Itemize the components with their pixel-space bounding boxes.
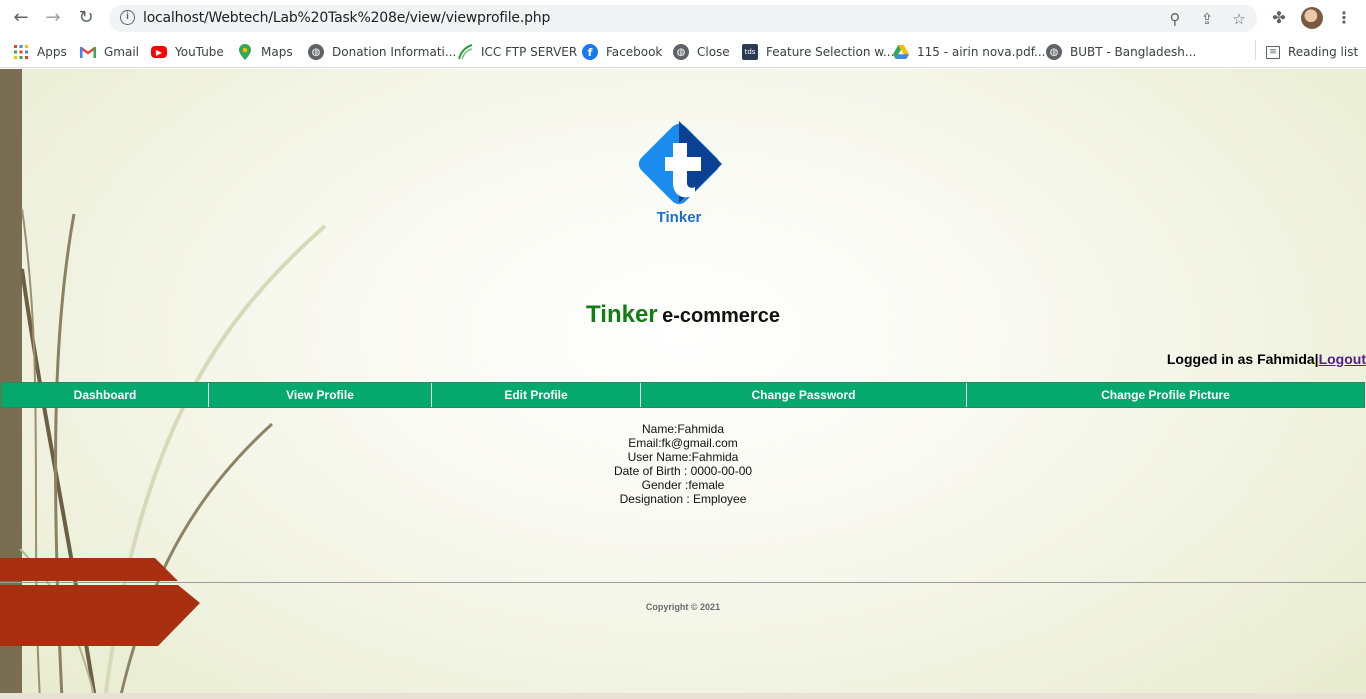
bookmark-label: Facebook xyxy=(606,45,663,59)
back-arrow-icon[interactable]: ← xyxy=(11,8,31,28)
logout-link[interactable]: Logout xyxy=(1319,351,1366,367)
tinker-logo: Tinker xyxy=(631,121,727,229)
bookmark-icc-ftp[interactable]: ICC FTP SERVER xyxy=(457,43,577,61)
forward-arrow-icon[interactable]: → xyxy=(43,8,63,28)
nav-edit-profile[interactable]: Edit Profile xyxy=(432,383,641,407)
reload-icon[interactable]: ↻ xyxy=(76,8,96,28)
nav-view-profile[interactable]: View Profile xyxy=(209,383,432,407)
globe-icon: ◍ xyxy=(1046,44,1062,60)
bookmark-label: YouTube xyxy=(175,45,224,59)
bookmark-label: BUBT - Bangladesh... xyxy=(1070,45,1197,59)
reading-list-icon: ≡ xyxy=(1266,45,1280,59)
profile-username: User Name:Fahmida xyxy=(627,450,739,464)
share-icon[interactable]: ⇪ xyxy=(1198,10,1216,28)
nav-change-profile-picture[interactable]: Change Profile Picture xyxy=(967,383,1364,407)
google-drive-icon xyxy=(893,44,909,60)
bookmark-maps[interactable]: Maps xyxy=(237,43,293,61)
reading-list-label: Reading list xyxy=(1288,45,1359,59)
copyright-text: Copyright © 2021 xyxy=(645,602,721,612)
profile-name: Name:Fahmida xyxy=(641,422,725,436)
bookmark-youtube[interactable]: ▶ YouTube xyxy=(151,43,224,61)
brand-name: Tinker xyxy=(586,301,658,328)
globe-icon: ◍ xyxy=(673,44,689,60)
bookmark-label: ICC FTP SERVER xyxy=(481,45,578,59)
bookmarks-bar: Apps Gmail ▶ YouTube Maps ◍ Donation Inf… xyxy=(0,36,1366,68)
bookmark-label: Apps xyxy=(37,45,67,59)
logo-text: Tinker xyxy=(657,209,702,226)
icc-leaf-icon xyxy=(457,44,473,60)
web-page: Tinker Tinker e-commerce Logged in as Fa… xyxy=(0,69,1366,699)
facebook-icon: f xyxy=(582,44,598,60)
site-info-icon[interactable]: i xyxy=(120,10,135,25)
main-nav: Dashboard View Profile Edit Profile Chan… xyxy=(1,382,1365,408)
logged-in-text: Logged in as Fahmida| xyxy=(1166,351,1319,367)
bookmark-close[interactable]: ◍ Close xyxy=(673,43,730,61)
bookmark-feature-selection[interactable]: tds Feature Selection w... xyxy=(742,43,894,61)
bookmark-label: Feature Selection w... xyxy=(766,45,895,59)
bookmark-label: Donation Informati... xyxy=(332,45,457,59)
gmail-icon xyxy=(80,44,96,60)
extensions-puzzle-icon[interactable]: ✤ xyxy=(1269,8,1289,28)
bookmark-facebook[interactable]: f Facebook xyxy=(582,43,662,61)
browser-toolbar: ← → ↻ i localhost/Webtech/Lab%20Task%208… xyxy=(0,0,1366,36)
bookmarks-separator xyxy=(1255,40,1256,60)
nav-dashboard[interactable]: Dashboard xyxy=(2,383,209,407)
address-bar[interactable]: i localhost/Webtech/Lab%20Task%208e/view… xyxy=(109,5,1257,32)
tds-icon: tds xyxy=(742,44,758,60)
menu-kebab-icon[interactable]: ⋮ xyxy=(1334,8,1354,28)
reading-list[interactable]: ≡ Reading list xyxy=(1266,43,1358,61)
zoom-icon[interactable]: ⚲ xyxy=(1166,10,1184,28)
bookmark-label: Maps xyxy=(261,45,293,59)
bookmark-label: Close xyxy=(697,45,730,59)
profile-designation: Designation : Employee xyxy=(619,492,747,506)
apps-grid-icon xyxy=(13,44,29,60)
footer-divider xyxy=(0,582,1366,583)
profile-avatar[interactable] xyxy=(1301,7,1323,29)
globe-icon: ◍ xyxy=(308,44,324,60)
bookmark-donation[interactable]: ◍ Donation Informati... xyxy=(308,43,456,61)
brand-tagline: e-commerce xyxy=(662,305,780,327)
bookmark-star-icon[interactable]: ☆ xyxy=(1230,10,1248,28)
profile-email: Email:fk@gmail.com xyxy=(628,436,738,450)
bookmark-bubt[interactable]: ◍ BUBT - Bangladesh... xyxy=(1046,43,1196,61)
profile-gender: Gender :female xyxy=(641,478,725,492)
profile-details: Name:Fahmida Email:fk@gmail.com User Nam… xyxy=(0,422,1366,506)
youtube-icon: ▶ xyxy=(151,46,167,58)
bookmark-label: 115 - airin nova.pdf... xyxy=(917,45,1046,59)
profile-dob: Date of Birth : 0000-00-00 xyxy=(613,464,753,478)
nav-change-password[interactable]: Change Password xyxy=(641,383,967,407)
bookmark-apps[interactable]: Apps xyxy=(13,43,67,61)
url-text[interactable]: localhost/Webtech/Lab%20Task%208e/view/v… xyxy=(143,10,550,26)
bookmark-drive-pdf[interactable]: 115 - airin nova.pdf... xyxy=(893,43,1045,61)
maps-pin-icon xyxy=(237,44,253,60)
bookmark-label: Gmail xyxy=(104,45,140,59)
bookmark-gmail[interactable]: Gmail xyxy=(80,43,139,61)
site-title: Tinker e-commerce xyxy=(0,301,1366,329)
bottom-strip xyxy=(0,693,1366,699)
logged-in-status: Logged in as Fahmida|Logout xyxy=(1167,351,1366,367)
